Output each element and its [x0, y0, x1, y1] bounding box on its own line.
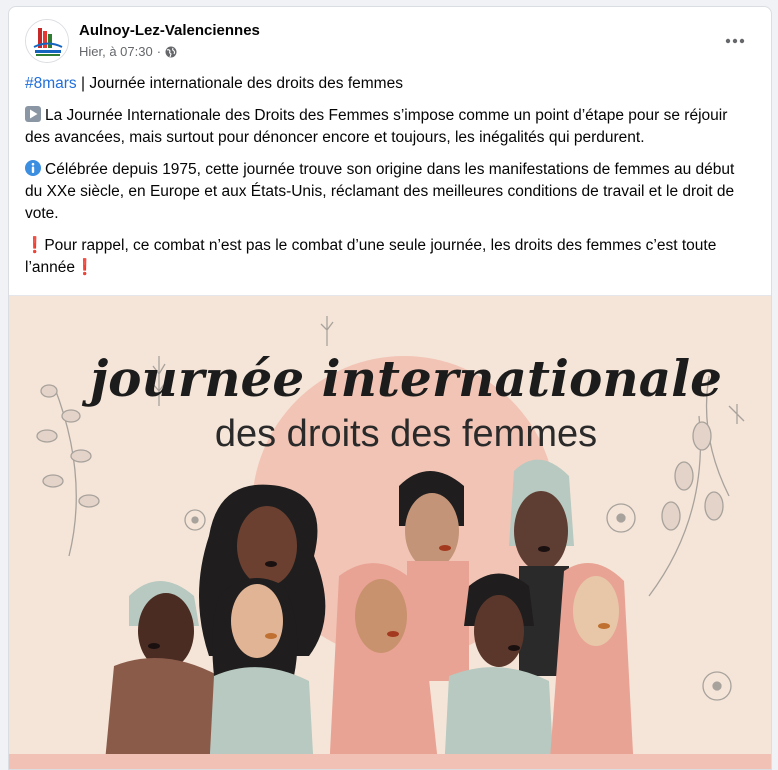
page-name-link[interactable]: Aulnoy-Lez-Valenciennes: [79, 22, 260, 39]
exclamation-emoji-icon: ❗: [25, 237, 45, 254]
image-title-line-1: journée internationale: [81, 349, 722, 408]
paragraph-3: ❗Pour rappel, ce combat n’est pas le com…: [25, 235, 755, 279]
paragraph-3-text: Pour rappel, ce combat n’est pas le comb…: [25, 237, 717, 276]
facebook-post: Aulnoy-Lez-Valenciennes Hier, à 07:30 · …: [8, 6, 772, 770]
post-timestamp[interactable]: Hier, à 07:30: [79, 44, 153, 59]
info-emoji-icon: [25, 160, 41, 176]
post-header: Aulnoy-Lez-Valenciennes Hier, à 07:30 ·: [25, 19, 755, 63]
post-image[interactable]: journée internationale des droits des fe…: [9, 295, 771, 769]
image-title-line-2: des droits des femmes: [215, 413, 597, 455]
exclamation-emoji-icon: ❗: [75, 259, 95, 276]
hashtag-link[interactable]: #8mars: [25, 75, 77, 92]
globe-icon: [165, 46, 177, 57]
more-options-button[interactable]: [717, 27, 753, 55]
page-avatar[interactable]: [25, 19, 69, 63]
paragraph-2-text: Célébrée depuis 1975, cette journée trou…: [25, 161, 735, 222]
post-headline: #8mars | Journée internationale des droi…: [25, 73, 755, 95]
womens-day-illustration: journée internationale des droits des fe…: [9, 296, 771, 769]
headline-text: | Journée internationale des droits des …: [76, 75, 403, 92]
post-text: #8mars | Journée internationale des droi…: [25, 73, 755, 289]
paragraph-2: Célébrée depuis 1975, cette journée trou…: [25, 159, 755, 225]
post-meta: Hier, à 07:30 ·: [79, 44, 177, 59]
page-logo: [26, 20, 68, 62]
paragraph-1: La Journée Internationale des Droits des…: [25, 105, 755, 149]
meta-separator: ·: [156, 44, 162, 59]
play-button-emoji-icon: [25, 106, 41, 122]
paragraph-1-text: La Journée Internationale des Droits des…: [25, 107, 728, 146]
more-options-icon: [725, 38, 745, 44]
